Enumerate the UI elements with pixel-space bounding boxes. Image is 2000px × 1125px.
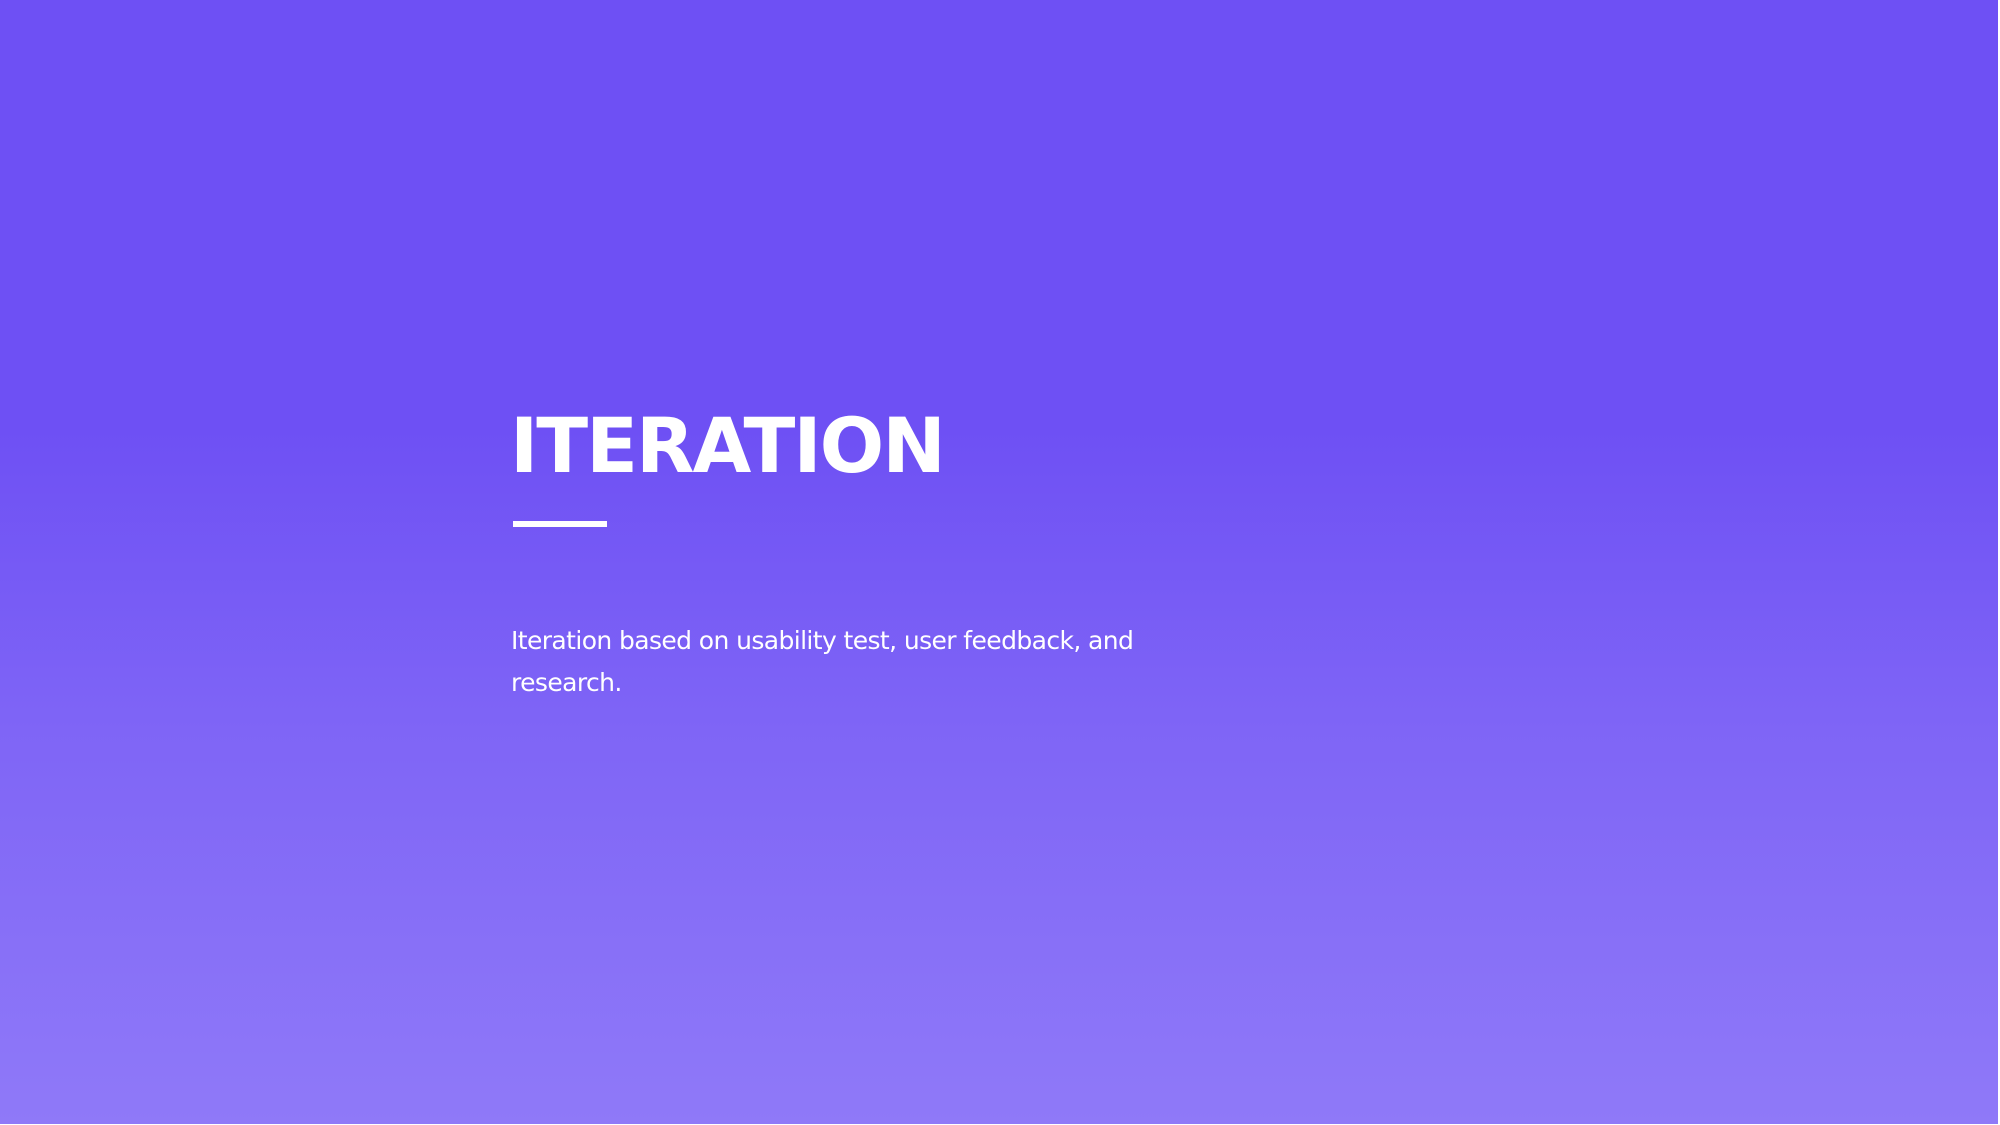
title-underline <box>513 521 607 527</box>
slide: ITERATION Iteration based on usability t… <box>0 0 1998 1124</box>
slide-title: ITERATION <box>510 401 946 490</box>
slide-subtitle: Iteration based on usability test, user … <box>511 626 1134 697</box>
